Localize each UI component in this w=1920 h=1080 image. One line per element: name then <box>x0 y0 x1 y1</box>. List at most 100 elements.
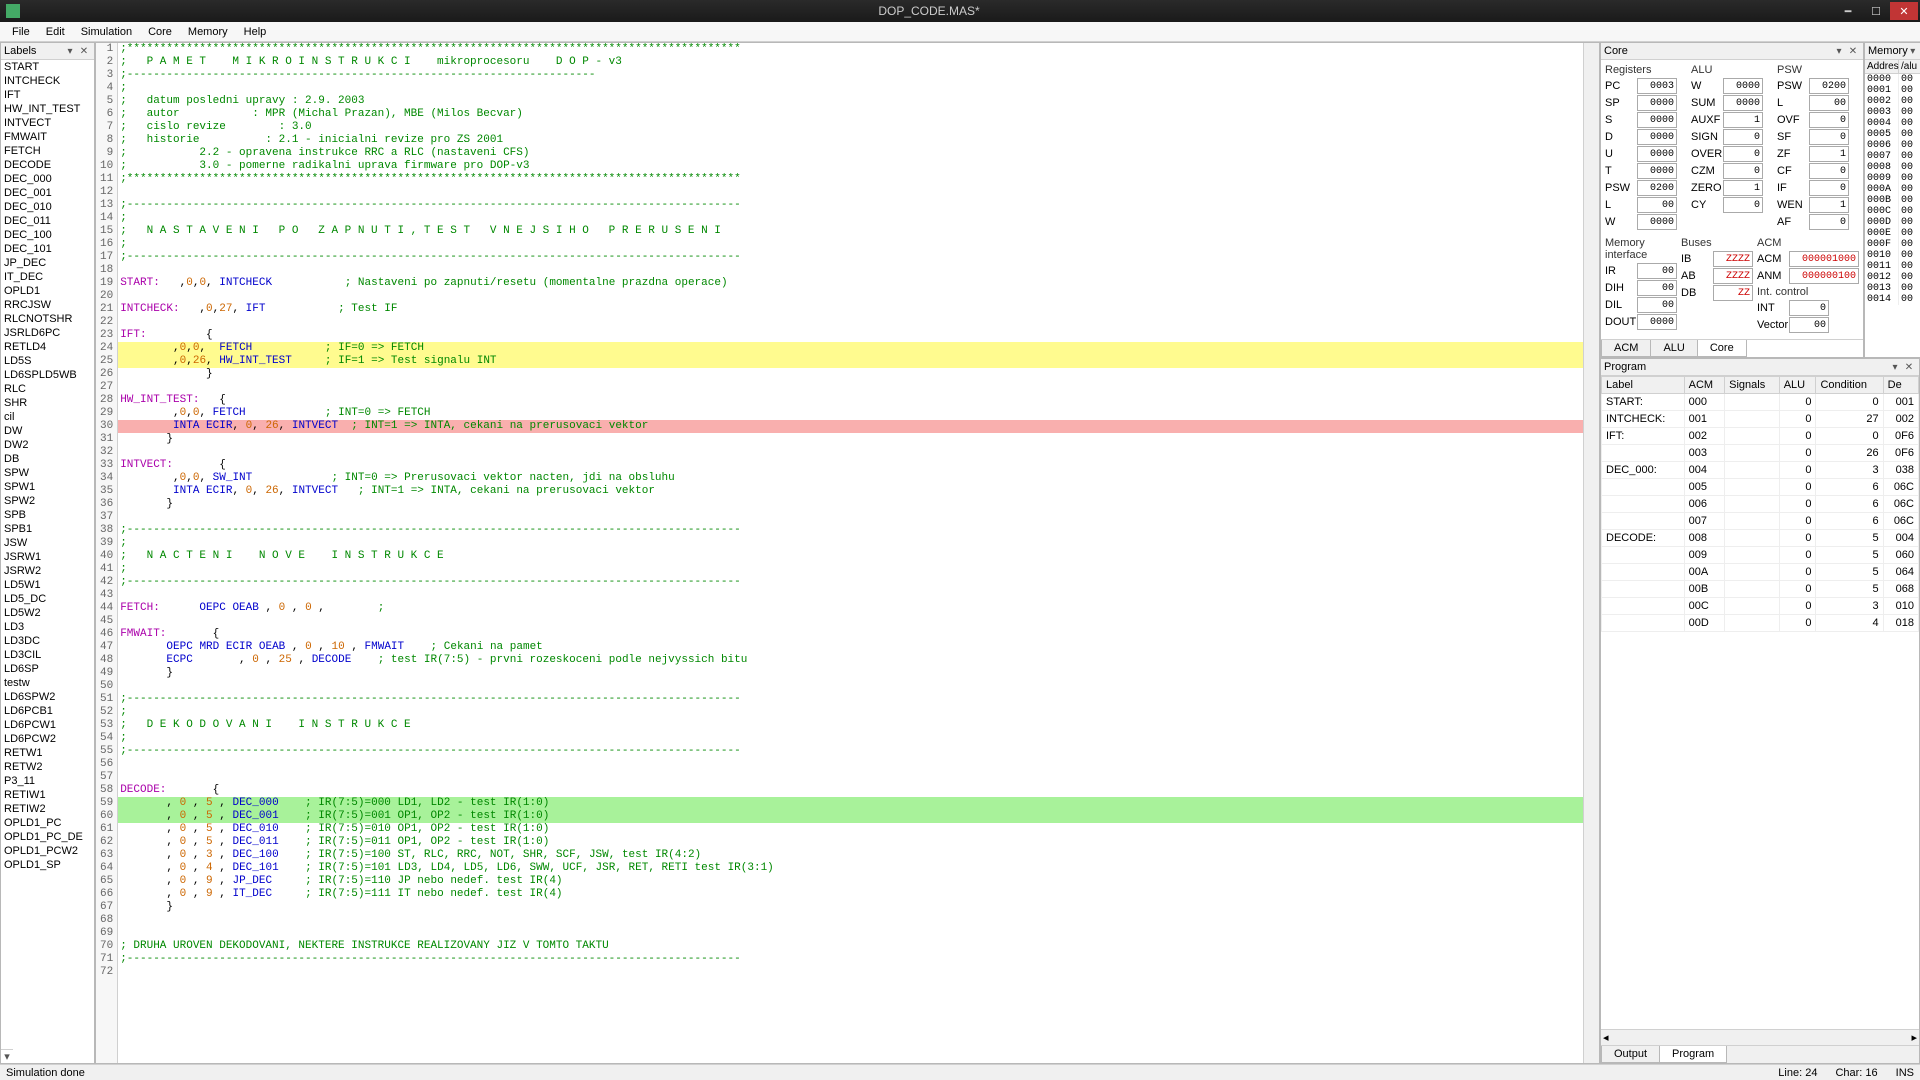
maximize-button[interactable]: ☐ <box>1862 2 1890 20</box>
field-input-dil[interactable] <box>1637 297 1677 313</box>
memory-row[interactable]: 001100 <box>1865 261 1920 272</box>
table-row[interactable]: 0070606C <box>1602 513 1919 530</box>
label-ld6pcb1[interactable]: LD6PCB1 <box>1 704 94 718</box>
label-testw[interactable]: testw <box>1 676 94 690</box>
pin-icon[interactable]: ▾ <box>1888 362 1902 373</box>
field-input-wen[interactable] <box>1809 197 1849 213</box>
code-line[interactable] <box>118 927 1583 940</box>
field-input-db[interactable] <box>1713 285 1753 301</box>
memory-row[interactable]: 001400 <box>1865 294 1920 305</box>
label-ld5_dc[interactable]: LD5_DC <box>1 592 94 606</box>
field-input-zf[interactable] <box>1809 146 1849 162</box>
code-line[interactable]: ;---------------------------------------… <box>118 251 1583 264</box>
field-input-int[interactable] <box>1789 300 1829 316</box>
label-db[interactable]: DB <box>1 452 94 466</box>
code-line[interactable]: ,0,0, FETCH ; INT=0 => FETCH <box>118 407 1583 420</box>
label-jp_dec[interactable]: JP_DEC <box>1 256 94 270</box>
close-icon[interactable]: ✕ <box>1846 46 1860 57</box>
code-line[interactable]: ; N A C T E N I N O V E I N S T R U K C … <box>118 550 1583 563</box>
memory-row[interactable]: 000000 <box>1865 74 1920 85</box>
field-input-dih[interactable] <box>1637 280 1677 296</box>
field-input-cy[interactable] <box>1723 197 1763 213</box>
memory-row[interactable]: 000D00 <box>1865 217 1920 228</box>
memory-header-address[interactable]: Addres <box>1865 60 1899 73</box>
field-input-auxf[interactable] <box>1723 112 1763 128</box>
menu-file[interactable]: File <box>4 24 38 40</box>
field-input-w[interactable] <box>1723 78 1763 94</box>
field-input-sign[interactable] <box>1723 129 1763 145</box>
code-line[interactable] <box>118 589 1583 602</box>
code-line[interactable]: ; 2.2 - opravena instrukce RRC a RLC (na… <box>118 147 1583 160</box>
field-input-s[interactable] <box>1637 112 1677 128</box>
label-jsrld6pc[interactable]: JSRLD6PC <box>1 326 94 340</box>
code-line[interactable]: ;---------------------------------------… <box>118 745 1583 758</box>
label-ld3dc[interactable]: LD3DC <box>1 634 94 648</box>
tab-alu[interactable]: ALU <box>1650 340 1697 357</box>
code-line[interactable] <box>118 771 1583 784</box>
code-line[interactable]: , 0 , 9 , JP_DEC ; IR(7:5)=110 JP nebo n… <box>118 875 1583 888</box>
label-ld5s[interactable]: LD5S <box>1 354 94 368</box>
label-fmwait[interactable]: FMWAIT <box>1 130 94 144</box>
labels-list[interactable]: STARTINTCHECKIFTHW_INT_TESTINTVECTFMWAIT… <box>1 60 94 1049</box>
code-line[interactable]: FETCH: OEPC OEAB , 0 , 0 , ; <box>118 602 1583 615</box>
field-input-d[interactable] <box>1637 129 1677 145</box>
tab-output[interactable]: Output <box>1601 1046 1660 1063</box>
label-rlcnotshr[interactable]: RLCNOTSHR <box>1 312 94 326</box>
code-line[interactable]: } <box>118 667 1583 680</box>
memory-list[interactable]: 0000000001000002000003000004000005000006… <box>1865 74 1920 357</box>
code-line[interactable]: , 0 , 5 , DEC_001 ; IR(7:5)=001 OP1, OP2… <box>118 810 1583 823</box>
label-ld6sp[interactable]: LD6SP <box>1 662 94 676</box>
label-spw1[interactable]: SPW1 <box>1 480 94 494</box>
field-input-ovf[interactable] <box>1809 112 1849 128</box>
code-line[interactable] <box>118 680 1583 693</box>
code-line[interactable]: , 0 , 5 , DEC_011 ; IR(7:5)=011 OP1, OP2… <box>118 836 1583 849</box>
code-line[interactable]: ; datum posledni upravy : 2.9. 2003 <box>118 95 1583 108</box>
code-line[interactable]: ; <box>118 238 1583 251</box>
field-input-vector[interactable] <box>1789 317 1829 333</box>
label-ld6spw2[interactable]: LD6SPW2 <box>1 690 94 704</box>
label-opld1_pc[interactable]: OPLD1_PC <box>1 816 94 830</box>
column-header[interactable]: De <box>1883 377 1918 394</box>
memory-row[interactable]: 000C00 <box>1865 206 1920 217</box>
label-intvect[interactable]: INTVECT <box>1 116 94 130</box>
code-line[interactable]: ; D E K O D O V A N I I N S T R U K C E <box>118 719 1583 732</box>
label-rrcjsw[interactable]: RRCJSW <box>1 298 94 312</box>
code-line[interactable] <box>118 758 1583 771</box>
column-header[interactable]: Signals <box>1725 377 1780 394</box>
close-icon[interactable]: ✕ <box>1902 362 1916 373</box>
label-retw1[interactable]: RETW1 <box>1 746 94 760</box>
code-line[interactable]: ; P A M E T M I K R O I N S T R U K C I … <box>118 56 1583 69</box>
label-ld3cil[interactable]: LD3CIL <box>1 648 94 662</box>
label-ld6pcw2[interactable]: LD6PCW2 <box>1 732 94 746</box>
code-line[interactable]: ,0,26, HW_INT_TEST ; IF=1 => Test signal… <box>118 355 1583 368</box>
code-line[interactable]: DECODE: { <box>118 784 1583 797</box>
memory-row[interactable]: 000800 <box>1865 162 1920 173</box>
field-input-u[interactable] <box>1637 146 1677 162</box>
code-line[interactable]: OEPC MRD ECIR OEAB , 0 , 10 , FMWAIT ; C… <box>118 641 1583 654</box>
code-line[interactable]: ,0,0, FETCH ; IF=0 => FETCH <box>118 342 1583 355</box>
field-input-cf[interactable] <box>1809 163 1849 179</box>
code-line[interactable]: ;---------------------------------------… <box>118 524 1583 537</box>
menu-help[interactable]: Help <box>236 24 275 40</box>
code-line[interactable]: ;***************************************… <box>118 173 1583 186</box>
code-line[interactable]: ; <box>118 706 1583 719</box>
memory-row[interactable]: 000900 <box>1865 173 1920 184</box>
label-spw[interactable]: SPW <box>1 466 94 480</box>
field-input-if[interactable] <box>1809 180 1849 196</box>
field-input-ib[interactable] <box>1713 251 1753 267</box>
label-jsrw1[interactable]: JSRW1 <box>1 550 94 564</box>
label-dw2[interactable]: DW2 <box>1 438 94 452</box>
memory-row[interactable]: 000A00 <box>1865 184 1920 195</box>
field-input-dout[interactable] <box>1637 314 1677 330</box>
pin-icon[interactable]: ▾ <box>1832 46 1846 57</box>
code-line[interactable]: , 0 , 3 , DEC_100 ; IR(7:5)=100 ST, RLC,… <box>118 849 1583 862</box>
pin-icon[interactable]: ▾ <box>63 46 77 57</box>
code-line[interactable]: ; historie : 2.1 - inicialni revize pro … <box>118 134 1583 147</box>
label-opld1_pcw2[interactable]: OPLD1_PCW2 <box>1 844 94 858</box>
code-line[interactable]: ; <box>118 563 1583 576</box>
menu-core[interactable]: Core <box>140 24 180 40</box>
code-line[interactable] <box>118 615 1583 628</box>
column-header[interactable]: ALU <box>1779 377 1816 394</box>
label-opld1_sp[interactable]: OPLD1_SP <box>1 858 94 872</box>
code-line[interactable]: FMWAIT: { <box>118 628 1583 641</box>
